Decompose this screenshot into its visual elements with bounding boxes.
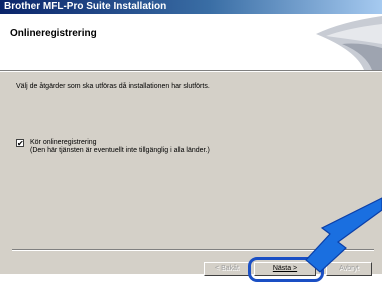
- instruction-text: Välj de åtgärder som ska utföras då inst…: [16, 83, 210, 90]
- page-title: Onlineregistrering: [10, 28, 97, 39]
- wizard-banner-graphic: [286, 14, 382, 70]
- online-registration-checkbox[interactable]: ✔: [16, 139, 24, 148]
- wizard-header: Onlineregistrering: [0, 14, 382, 71]
- header-divider: [0, 71, 382, 72]
- checkbox-label: Kör onlineregistrering: [30, 139, 97, 146]
- check-icon: ✔: [17, 139, 24, 148]
- arrow-pointer-icon: [305, 197, 382, 273]
- window-title: Brother MFL-Pro Suite Installation: [0, 0, 382, 14]
- checkbox-note: (Den här tjänsten är eventuellt inte til…: [30, 147, 210, 154]
- back-button[interactable]: < Bakåt: [204, 262, 250, 276]
